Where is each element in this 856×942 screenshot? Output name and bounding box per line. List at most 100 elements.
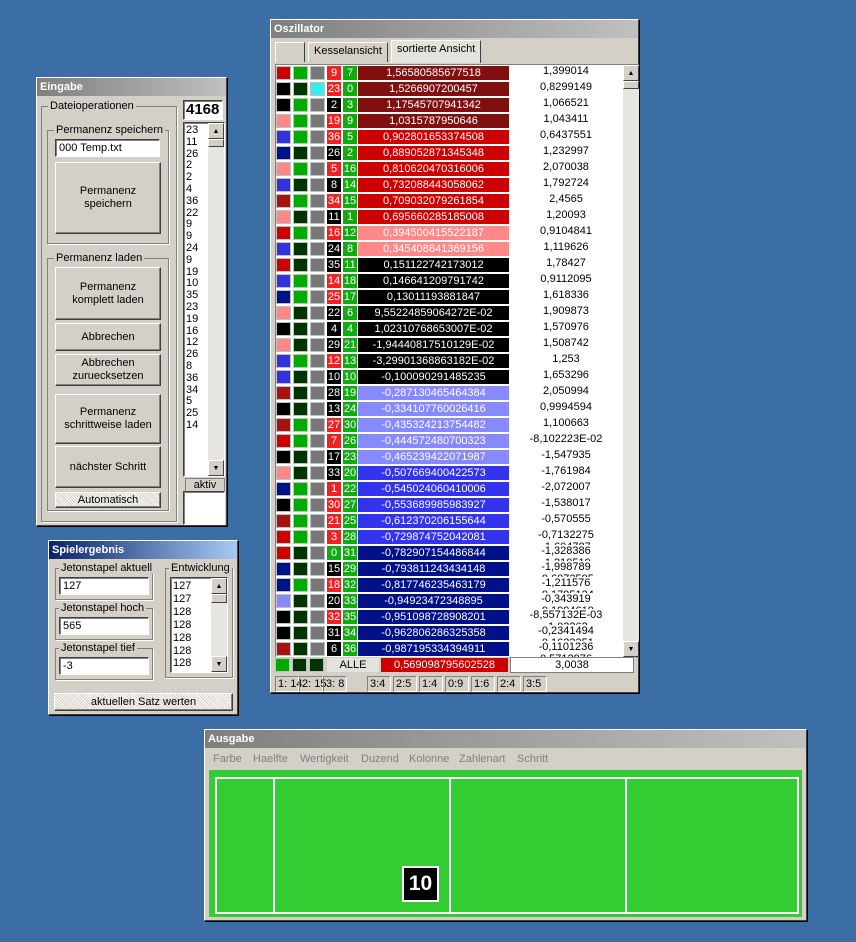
- table-row[interactable]: 1 22 -0,545024060410006 -2,072007: [276, 481, 627, 497]
- table-row[interactable]: 22 6 9,55224859064272E-02 1,909873: [276, 305, 627, 321]
- table-row[interactable]: 24 8 0,345408841369156 1,119626: [276, 241, 627, 257]
- table-row[interactable]: 28 19 -0,287130465464384 2,050994: [276, 385, 627, 401]
- next-step-button[interactable]: nächster Schritt: [55, 446, 161, 488]
- entw-scroll-down-icon[interactable]: ▼: [211, 656, 227, 672]
- list-item[interactable]: 11: [184, 136, 208, 149]
- right-values: 1,653296: [509, 369, 623, 385]
- list-item[interactable]: 128: [171, 619, 191, 632]
- list-item[interactable]: 127: [171, 593, 191, 606]
- table-row[interactable]: 7 26 -0,444572480700323 -8,102223E-02: [276, 433, 627, 449]
- table-row[interactable]: 5 16 0,810620470316006 2,070038: [276, 161, 627, 177]
- right-value: 1,508742: [543, 337, 589, 349]
- load-all-button[interactable]: Permanenz komplett laden: [55, 267, 161, 320]
- entwicklung-list[interactable]: 127 127 128 128 128 128 128 ▲ ▼: [170, 577, 228, 673]
- table-row[interactable]: 2033-0,94923472348895-0,343919-0,1994619: [276, 593, 627, 617]
- tab-kesselansicht[interactable]: Kesselansicht: [308, 42, 388, 62]
- list-item[interactable]: 128: [171, 632, 191, 645]
- list-item[interactable]: 128: [171, 606, 191, 619]
- board-cell-1[interactable]: [217, 779, 275, 912]
- list-item[interactable]: 9: [184, 254, 208, 267]
- load-step-button[interactable]: Permanenz schrittweise laden: [55, 394, 161, 444]
- menu-item[interactable]: Zahlenart: [459, 749, 505, 769]
- list-item[interactable]: 36: [184, 195, 208, 208]
- table-row[interactable]: 3134-0,962806286325358-0,2341494-0,16233…: [276, 625, 627, 649]
- table-row[interactable]: 328-0,729874752042081-0,7132275-1,604787: [276, 529, 627, 553]
- list-item[interactable]: 127: [171, 580, 191, 593]
- table-row[interactable]: 9 7 1,56580585677518 1,399014: [276, 65, 627, 81]
- aktuell-input[interactable]: 127: [59, 577, 149, 595]
- werten-button[interactable]: aktuellen Satz werten: [54, 693, 233, 711]
- table-row[interactable]: 25 17 0,13011193881847 1,618336: [276, 289, 627, 305]
- hoch-input[interactable]: 565: [59, 617, 149, 635]
- table-row[interactable]: 26 2 0,889052871345348 1,232997: [276, 145, 627, 161]
- table-row[interactable]: 4 4 1,02310768653007E-02 1,570976: [276, 321, 627, 337]
- table-row[interactable]: 35 11 0,151122742173012 1,78427: [276, 257, 627, 273]
- entw-scroll-thumb[interactable]: [211, 594, 227, 603]
- menu-item[interactable]: Schritt: [517, 749, 548, 769]
- table-row[interactable]: 8 14 0,732088443058062 1,792724: [276, 177, 627, 193]
- scroll-down-icon[interactable]: ▼: [208, 460, 224, 476]
- table-row[interactable]: 16 12 0,394500415522187 0,9104841: [276, 225, 627, 241]
- numbers-scrollbar[interactable]: ▲ ▼: [208, 123, 224, 476]
- right-value: -8,557132E-03: [529, 609, 603, 621]
- table-row[interactable]: 636-0,987195334394911-0,11012360,5712976: [276, 641, 627, 657]
- table-row[interactable]: 36 5 0,902801653374508 0,6437551: [276, 129, 627, 145]
- list-item[interactable]: 14: [184, 419, 208, 432]
- list-item[interactable]: 128: [171, 645, 191, 658]
- abbrechen-reset-button[interactable]: Abbrechen zuruecksetzen: [55, 354, 161, 386]
- table-row[interactable]: 27 30 -0,435324213754482 1,100663: [276, 417, 627, 433]
- table-row[interactable]: 14 18 0,146641209791742 0,9112095: [276, 273, 627, 289]
- table-row[interactable]: 2 3 1,17545707941342 1,066521: [276, 97, 627, 113]
- list-item[interactable]: 19: [184, 313, 208, 326]
- board-cell-3[interactable]: [451, 779, 627, 912]
- entw-scroll-up-icon[interactable]: ▲: [211, 578, 227, 594]
- abbrechen-button[interactable]: Abbrechen: [55, 323, 161, 351]
- list-item[interactable]: 128: [171, 657, 191, 670]
- tab-blank[interactable]: [275, 42, 305, 62]
- table-row[interactable]: 10 10 -0,100090291485235 1,653296: [276, 369, 627, 385]
- table-row[interactable]: 031-0,782907154486844-1,328386-1,310519: [276, 545, 627, 569]
- table-row[interactable]: 19 9 1,0315787950646 1,043411: [276, 113, 627, 129]
- list-item[interactable]: 8: [184, 360, 208, 373]
- table-row[interactable]: 12 13 -3,29901368863182E-02 1,253: [276, 353, 627, 369]
- list-item[interactable]: 4: [184, 183, 208, 196]
- save-button[interactable]: Permanenz speichern: [55, 162, 161, 234]
- scroll-up-icon[interactable]: ▲: [208, 123, 224, 139]
- menu-item[interactable]: Farbe: [213, 749, 242, 769]
- auto-button[interactable]: Automatisch: [55, 492, 161, 508]
- list-item[interactable]: 36: [184, 372, 208, 385]
- menu-item[interactable]: Duzend: [361, 749, 399, 769]
- table-row[interactable]: 33 20 -0,507669400422573 -1,761984: [276, 465, 627, 481]
- table-row[interactable]: 1529-0,793811243434148-1,998789-0,607259…: [276, 561, 627, 585]
- menu-item[interactable]: Wertigkeit: [300, 749, 349, 769]
- table-row[interactable]: 3235-0,951098728908201-8,557132E-03-1,03…: [276, 609, 627, 633]
- osz-scroll-down-icon[interactable]: ▼: [623, 641, 639, 657]
- list-item[interactable]: 23: [184, 301, 208, 314]
- osz-scroll-thumb[interactable]: [623, 81, 639, 89]
- right-value: 1,618336: [543, 289, 589, 301]
- tab-sortierte-ansicht[interactable]: sortierte Ansicht: [391, 40, 482, 63]
- table-row[interactable]: 17 23 -0,465239422071987 -1,547935: [276, 449, 627, 465]
- menu-item[interactable]: Haelfte: [253, 749, 288, 769]
- color-cell: [310, 466, 325, 480]
- table-row[interactable]: 21 25 -0,612370206155644 -0,570555: [276, 513, 627, 529]
- table-row[interactable]: 13 24 -0,334107760026416 0,9994594: [276, 401, 627, 417]
- table-row[interactable]: 30 27 -0,553689985983927 -1,538017: [276, 497, 627, 513]
- table-row[interactable]: 29 21 -1,94440817510129E-02 1,508742: [276, 337, 627, 353]
- filename-input[interactable]: 000 Temp.txt: [55, 139, 160, 157]
- table-row[interactable]: 34 15 0,709032079261854 2,4565: [276, 193, 627, 209]
- tief-input[interactable]: -3: [59, 657, 149, 675]
- numbers-list[interactable]: 23 11 26 2 2 4 36 22 9 9 24 9 19 10 35 23 19 16 12 26 8 36 34 5…: [183, 122, 225, 477]
- color-cell: [310, 162, 325, 176]
- right-value: 0,9104841: [540, 225, 592, 237]
- table-row[interactable]: 11 1 0,695660285185008 1,20093: [276, 209, 627, 225]
- menu-item[interactable]: Kolonne: [409, 749, 449, 769]
- osz-scroll-up-icon[interactable]: ▲: [623, 65, 639, 81]
- list-item[interactable]: 24: [184, 242, 208, 255]
- osz-scrollbar[interactable]: ▲ ▼: [623, 65, 639, 657]
- table-row[interactable]: 23 0 1,5266907200457 0,8299149: [276, 81, 627, 97]
- entwicklung-scrollbar[interactable]: ▲ ▼: [211, 578, 227, 672]
- table-row[interactable]: 1832-0,817746235463179-1,211576-0,179512…: [276, 577, 627, 601]
- spieler-window: Spielergebnis Jetonstapel aktuell 127 Je…: [48, 540, 238, 715]
- scroll-thumb[interactable]: [208, 139, 224, 147]
